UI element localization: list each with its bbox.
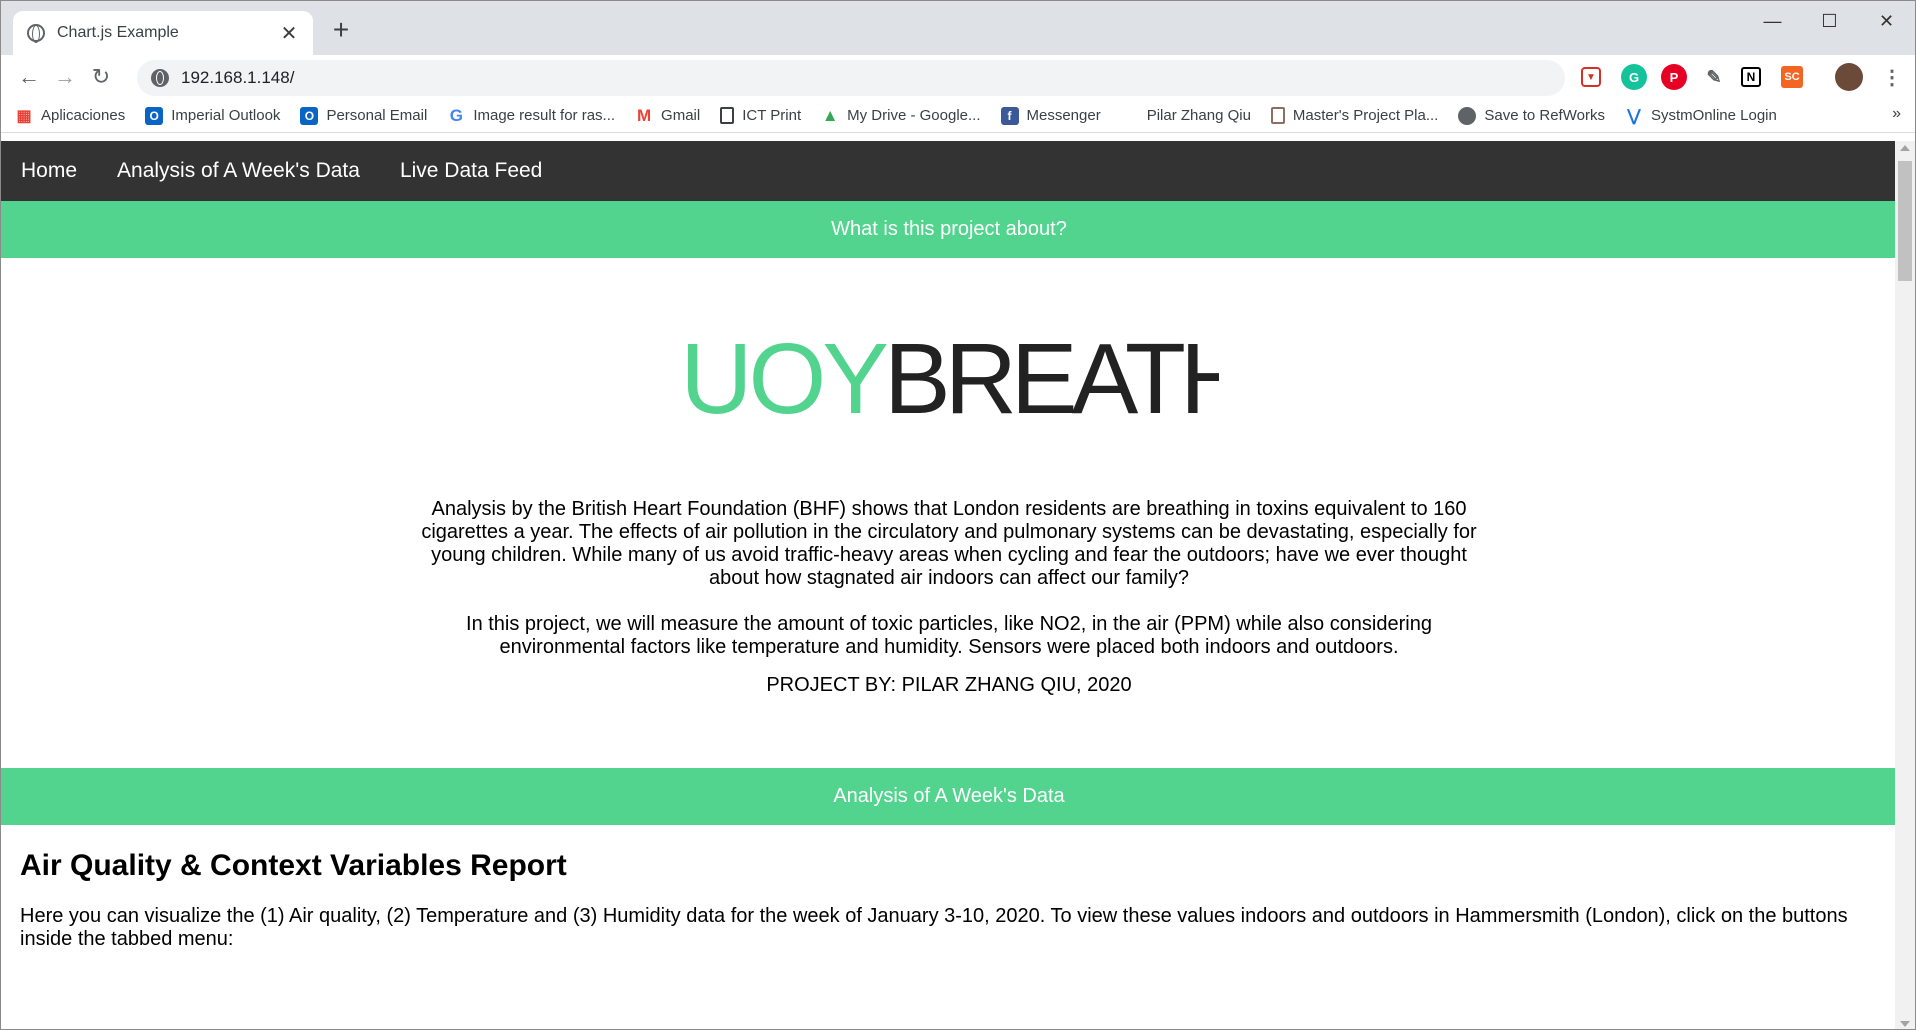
outlook-icon: O: [145, 106, 164, 125]
minimize-button[interactable]: —: [1744, 1, 1801, 41]
bookmark-masters-project[interactable]: Master's Project Pla...: [1270, 107, 1439, 124]
gmail-icon: M: [636, 105, 652, 125]
drive-icon: ▲: [821, 105, 839, 125]
nav-live-link[interactable]: Live Data Feed: [386, 159, 556, 183]
your-breath-logo: YOUR BREATH: [1, 258, 1897, 498]
report-description: Here you can visualize the (1) Air quali…: [20, 905, 1848, 950]
globe-icon: [27, 24, 45, 43]
grammarly-extension-icon[interactable]: G: [1621, 64, 1647, 90]
pinterest-extension-icon[interactable]: P: [1661, 64, 1687, 90]
section-header-analysis: Analysis of A Week's Data: [1, 768, 1897, 825]
new-tab-button[interactable]: +: [326, 15, 356, 45]
google-icon: G: [449, 105, 463, 125]
report-title: Air Quality & Context Variables Report: [20, 849, 567, 882]
more-bookmarks-icon[interactable]: »: [1892, 105, 1901, 123]
intro-paragraph-1: Analysis by the British Heart Foundation…: [421, 498, 1477, 589]
window-controls: — ☐ ✕: [1744, 1, 1915, 41]
browser-toolbar: ← → ↻ 192.168.1.148/ ▼ G P ✎ N SC ⋮: [1, 55, 1915, 99]
logo-graphic: YOUR BREATH: [679, 323, 1219, 433]
bookmark-label: Messenger: [1026, 107, 1101, 124]
bookmark-systmonline[interactable]: ⋁ SystmOnline Login: [1625, 107, 1777, 125]
bookmark-pilar-zhang-qiu[interactable]: Pilar Zhang Qiu: [1147, 107, 1251, 124]
bookmark-ict-print[interactable]: ICT Print: [720, 107, 801, 124]
reload-button[interactable]: ↻: [83, 59, 119, 95]
project-credit: PROJECT BY: PILAR ZHANG QIU, 2020: [766, 674, 1132, 696]
systm-icon: ⋁: [1627, 107, 1641, 125]
scroll-down-arrow-icon[interactable]: [1900, 1021, 1910, 1027]
site-navbar: Home Analysis of A Week's Data Live Data…: [1, 141, 1897, 201]
bookmark-label: Master's Project Pla...: [1292, 107, 1439, 124]
tab-title: Chart.js Example: [57, 24, 179, 41]
profile-avatar[interactable]: [1835, 63, 1863, 91]
menu-kebab-icon[interactable]: ⋮: [1879, 64, 1905, 90]
back-button[interactable]: ←: [11, 59, 47, 95]
browser-window: Chart.js Example ✕ + — ☐ ✕ ← → ↻ 192.168…: [0, 0, 1916, 1030]
page-viewport: Home Analysis of A Week's Data Live Data…: [1, 141, 1897, 1029]
logo-breath-text: BREATH: [884, 323, 1219, 433]
printer-icon: [720, 107, 735, 124]
bookmarks-bar: ▦ Aplicaciones O Imperial Outlook O Pers…: [1, 99, 1915, 133]
bookmark-my-drive[interactable]: ▲ My Drive - Google...: [821, 105, 981, 125]
bookmark-messenger[interactable]: f Messenger: [1000, 106, 1101, 125]
soundcloud-extension-icon[interactable]: SC: [1781, 66, 1803, 88]
close-tab-icon[interactable]: ✕: [279, 21, 299, 46]
nav-home-link[interactable]: Home: [7, 159, 91, 183]
bookmark-label: Gmail: [661, 107, 701, 124]
scrollbar-thumb[interactable]: [1898, 161, 1912, 281]
nav-analysis-link[interactable]: Analysis of A Week's Data: [103, 159, 374, 183]
bookmark-label: ICT Print: [742, 107, 802, 124]
maximize-button[interactable]: ☐: [1801, 1, 1858, 41]
outlook-icon: O: [300, 106, 319, 125]
pocket-extension-icon[interactable]: ▼: [1581, 67, 1601, 87]
bookmark-refworks[interactable]: Save to RefWorks: [1458, 106, 1605, 125]
forward-button[interactable]: →: [47, 59, 83, 95]
bookmark-label: Pilar Zhang Qiu: [1146, 107, 1251, 124]
section-header-about: What is this project about?: [1, 201, 1897, 258]
bookmark-label: Imperial Outlook: [171, 107, 281, 124]
bookmark-imperial-outlook[interactable]: O Imperial Outlook: [145, 106, 281, 125]
bookmark-personal-email[interactable]: O Personal Email: [300, 106, 428, 125]
scroll-up-arrow-icon[interactable]: [1900, 145, 1910, 151]
bookmark-label: SystmOnline Login: [1650, 107, 1777, 124]
bookmark-label: Personal Email: [326, 107, 428, 124]
intro-text: Analysis by the British Heart Foundation…: [419, 498, 1479, 697]
bookmark-image-result[interactable]: G Image result for ras...: [447, 105, 616, 125]
site-info-icon[interactable]: [151, 69, 169, 87]
notion-extension-icon[interactable]: N: [1741, 67, 1761, 87]
bookmark-label: Save to RefWorks: [1484, 107, 1605, 124]
bookmark-label: Image result for ras...: [473, 107, 616, 124]
apps-grid-icon: ▦: [16, 107, 32, 125]
document-icon: [1270, 107, 1285, 124]
bookmark-label: Aplicaciones: [41, 107, 126, 124]
tab-strip: Chart.js Example ✕ + — ☐ ✕: [1, 1, 1915, 55]
browser-tab[interactable]: Chart.js Example ✕: [13, 11, 313, 55]
bookmark-label: My Drive - Google...: [847, 107, 981, 124]
eyedropper-extension-icon[interactable]: ✎: [1701, 64, 1727, 90]
address-bar[interactable]: 192.168.1.148/: [137, 60, 1565, 96]
logo-mirrored-text: YOUR: [679, 323, 889, 433]
page-scrollbar[interactable]: [1895, 141, 1915, 1029]
intro-paragraph-2: In this project, we will measure the amo…: [466, 613, 1432, 658]
facebook-icon: f: [1000, 106, 1019, 125]
bookmark-gmail[interactable]: M Gmail: [635, 105, 701, 125]
close-window-button[interactable]: ✕: [1858, 1, 1915, 41]
url-text: 192.168.1.148/: [181, 68, 295, 87]
bookmark-apps[interactable]: ▦ Aplicaciones: [15, 107, 125, 125]
globe-icon: [1458, 106, 1477, 125]
